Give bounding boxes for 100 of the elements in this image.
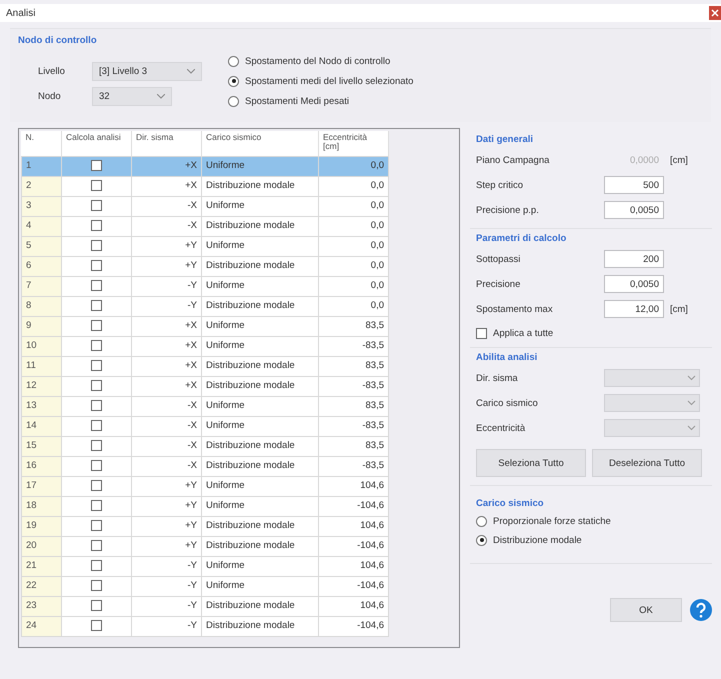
checkbox[interactable] [91, 540, 102, 551]
checkbox[interactable] [91, 300, 102, 311]
radio-option[interactable]: Spostamento del Nodo di controllo [228, 54, 414, 68]
row-number: 1 [22, 156, 62, 176]
unit-label: [cm] [670, 154, 688, 166]
row-number: 21 [22, 556, 62, 576]
checkbox[interactable] [91, 280, 102, 291]
input-field[interactable]: 500 [604, 176, 664, 194]
row-number: 3 [22, 196, 62, 216]
checkbox[interactable] [91, 320, 102, 331]
table-cell: Uniforme [202, 396, 318, 416]
checkbox[interactable] [91, 200, 102, 211]
field-label: Precisione p.p. [476, 204, 540, 216]
checkbox[interactable] [91, 560, 102, 571]
checkbox[interactable] [91, 440, 102, 451]
row-number: 16 [22, 456, 62, 476]
table-cell: 83,5 [318, 436, 388, 456]
table-cell: -Y [132, 296, 202, 316]
dropdown[interactable]: [3] Livello 3 [92, 62, 202, 81]
table-cell: -104,6 [318, 616, 388, 636]
checkbox[interactable] [91, 520, 102, 531]
close-icon[interactable] [709, 6, 721, 20]
input-field[interactable]: 12,00 [604, 300, 664, 318]
row-number: 24 [22, 616, 62, 636]
checkbox[interactable] [91, 420, 102, 431]
checkbox[interactable] [91, 500, 102, 511]
row-number: 13 [22, 396, 62, 416]
row-number: 7 [22, 276, 62, 296]
input-field[interactable]: 0,0050 [604, 275, 664, 293]
table-cell: Uniforme [202, 336, 318, 356]
table-cell: 83,5 [318, 356, 388, 376]
group-title: Nodo di controllo [18, 35, 97, 46]
caret-icon [157, 94, 165, 99]
row-number: 17 [22, 476, 62, 496]
input-field[interactable]: 0,0050 [604, 201, 664, 219]
help-icon[interactable] [690, 599, 712, 621]
table-cell: +X [132, 176, 202, 196]
table-cell: -X [132, 396, 202, 416]
checkbox[interactable] [91, 460, 102, 471]
checkbox[interactable] [91, 380, 102, 391]
checkbox[interactable] [91, 260, 102, 271]
table-cell: 0,0 [318, 296, 388, 316]
field-label: Eccentricità [476, 422, 526, 434]
dropdown[interactable]: 32 [92, 87, 172, 106]
table-cell: Distribuzione modale [202, 536, 318, 556]
checkbox[interactable] [91, 400, 102, 411]
section-title: Carico sismico [476, 498, 545, 509]
table-cell: 0,0 [318, 196, 388, 216]
radio-option[interactable]: Proporzionale forze statiche [476, 514, 708, 528]
row-number: 18 [22, 496, 62, 516]
table-cell: -Y [132, 596, 202, 616]
table-cell: Distribuzione modale [202, 296, 318, 316]
table-cell: Uniforme [202, 416, 318, 436]
table-cell: +Y [132, 256, 202, 276]
radio-option[interactable]: Spostamenti medi del livello selezionato [228, 74, 414, 88]
table-cell: -X [132, 216, 202, 236]
table-cell: Distribuzione modale [202, 216, 318, 236]
checkbox[interactable] [91, 220, 102, 231]
checkbox[interactable] [91, 240, 102, 251]
checkbox-option[interactable]: Applica a tutte [476, 328, 708, 339]
table-cell: Uniforme [202, 276, 318, 296]
checkbox[interactable] [91, 480, 102, 491]
table-cell: +X [132, 376, 202, 396]
checkbox[interactable] [91, 160, 102, 171]
checkbox[interactable] [91, 360, 102, 371]
table-cell: Distribuzione modale [202, 256, 318, 276]
table-cell: -83,5 [318, 416, 388, 436]
table-cell: +Y [132, 476, 202, 496]
checkbox[interactable] [91, 180, 102, 191]
table-cell: Distribuzione modale [202, 356, 318, 376]
row-number: 4 [22, 216, 62, 236]
table-cell: 0,0 [318, 256, 388, 276]
table-cell: -X [132, 416, 202, 436]
input-field[interactable]: 200 [604, 250, 664, 268]
table-cell: Uniforme [202, 476, 318, 496]
section-title: Dati generali [476, 134, 534, 145]
table-cell: -104,6 [318, 496, 388, 516]
table-cell: -83,5 [318, 456, 388, 476]
ok-button[interactable]: OK [610, 598, 682, 622]
field-label: Dir. sisma [476, 372, 519, 384]
checkbox[interactable] [91, 620, 102, 631]
field-label: Livello [38, 66, 66, 77]
radio-option[interactable]: Distribuzione modale [476, 533, 708, 547]
row-number: 9 [22, 316, 62, 336]
field-label: Step critico [476, 180, 524, 190]
select-button[interactable]: Seleziona Tutto [476, 449, 586, 477]
checkbox[interactable] [91, 340, 102, 351]
row-number: 8 [22, 296, 62, 316]
table-cell: +X [132, 336, 202, 356]
radio-option[interactable]: Spostamenti Medi pesati [228, 94, 414, 108]
table-cell: -104,6 [318, 576, 388, 596]
window-title: Analisi [6, 8, 36, 18]
table-cell: +Y [132, 536, 202, 556]
checkbox[interactable] [91, 600, 102, 611]
checkbox[interactable] [91, 580, 102, 591]
section-title: Parametri di calcolo [476, 233, 568, 244]
table-cell: Distribuzione modale [202, 176, 318, 196]
section-title: Abilita analisi [476, 352, 538, 363]
table-cell: Uniforme [202, 576, 318, 596]
select-button[interactable]: Deseleziona Tutto [592, 449, 702, 477]
